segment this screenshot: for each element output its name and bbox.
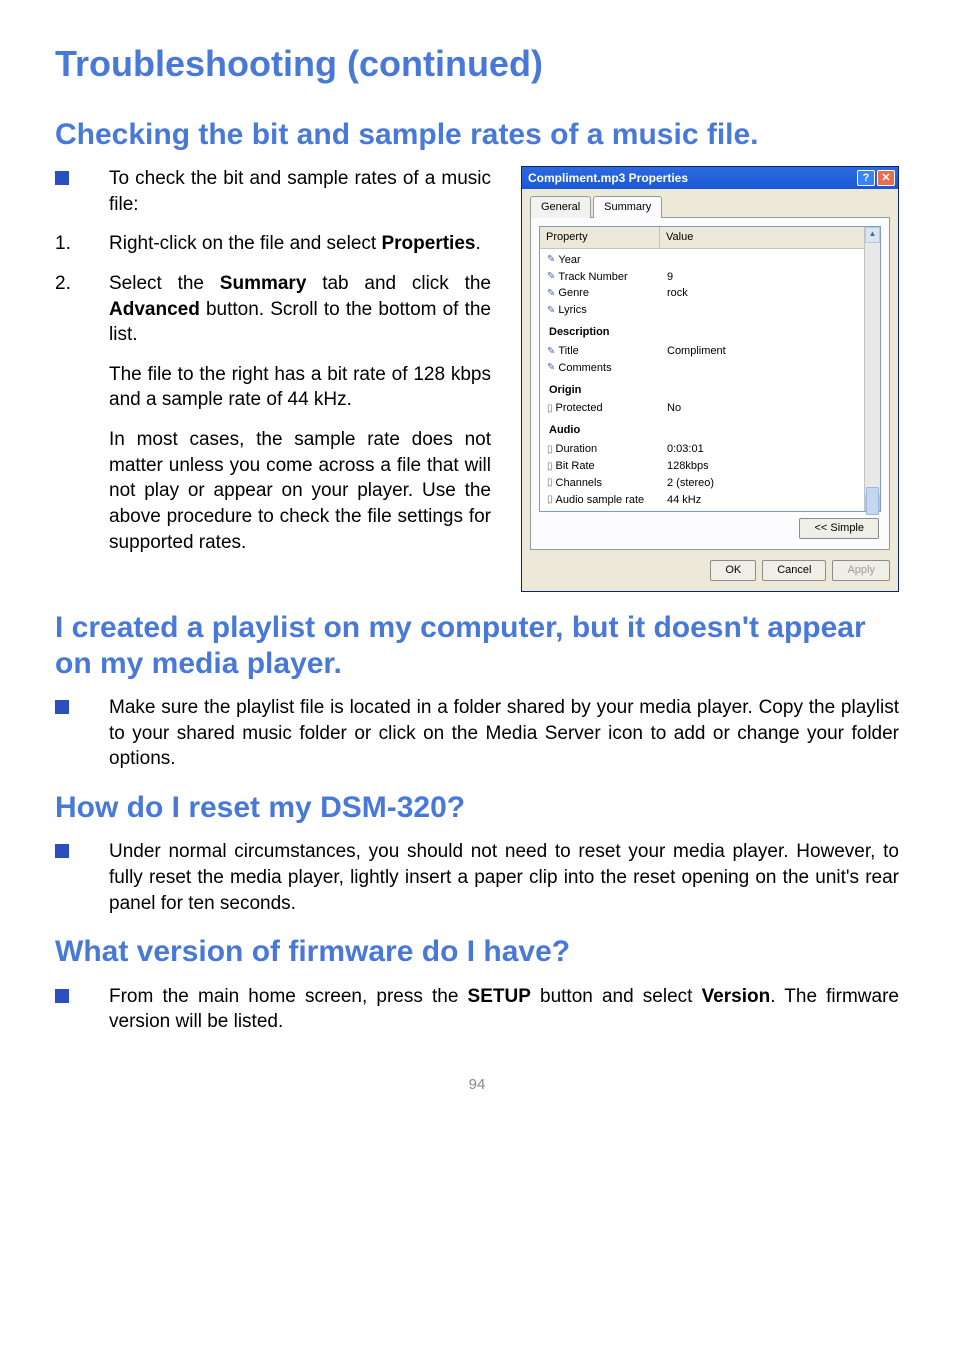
prop-label: Bit Rate [556, 459, 595, 474]
step1-text: Right-click on the file and select Prope… [109, 231, 491, 257]
col-header-value: Value [660, 227, 880, 248]
prop-value: No [663, 401, 862, 416]
edit-icon: ✎ [547, 253, 555, 267]
document-icon: ▯ [547, 402, 553, 416]
edit-icon: ✎ [547, 345, 555, 359]
text: Right-click on the file and select [109, 233, 381, 254]
prop-value: 2 (stereo) [663, 476, 862, 491]
section-heading-playlist: I created a playlist on my computer, but… [55, 610, 899, 681]
prop-value: 0:03:01 [663, 442, 862, 457]
edit-icon: ✎ [547, 270, 555, 284]
bullet-icon [55, 171, 69, 185]
text: . [475, 233, 480, 254]
text: button and select [531, 986, 702, 1007]
bold-text: Summary [220, 273, 307, 294]
edit-icon: ✎ [547, 361, 555, 375]
table-row[interactable]: ▯Protected No [543, 400, 862, 417]
section3-body: Under normal circumstances, you should n… [109, 839, 899, 916]
cancel-button[interactable]: Cancel [762, 560, 826, 581]
document-icon: ▯ [547, 443, 553, 457]
bold-text: SETUP [468, 986, 531, 1007]
intro-text: To check the bit and sample rates of a m… [109, 166, 491, 217]
group-origin: Origin [543, 377, 862, 401]
properties-dialog: Compliment.mp3 Properties ? ✕ General Su… [521, 166, 899, 592]
scroll-thumb[interactable] [866, 487, 879, 515]
scrollbar[interactable]: ▲ ▼ [864, 227, 880, 512]
page-title: Troubleshooting (continued) [55, 40, 899, 89]
col-header-property: Property [540, 227, 660, 248]
prop-label: Audio sample rate [556, 493, 645, 508]
step2-text: Select the Summary tab and click the Adv… [109, 271, 491, 348]
section-heading-reset: How do I reset my DSM-320? [55, 790, 899, 825]
document-icon: ▯ [547, 493, 553, 507]
paragraph: In most cases, the sample rate does not … [109, 427, 491, 555]
bullet-icon [55, 989, 69, 1003]
prop-value: rock [663, 286, 862, 301]
table-row[interactable]: ▯Bit Rate 128kbps [543, 458, 862, 475]
edit-icon: ✎ [547, 304, 555, 318]
page-number: 94 [55, 1075, 899, 1095]
bold-text: Properties [381, 233, 475, 254]
prop-value: 44 kHz [663, 493, 862, 508]
table-row[interactable]: ✎Genre rock [543, 285, 862, 302]
table-row[interactable]: ▯Channels 2 (stereo) [543, 475, 862, 492]
table-row[interactable]: ✎Track Number 9 [543, 269, 862, 286]
document-icon: ▯ [547, 460, 553, 474]
prop-label: Protected [556, 401, 603, 416]
prop-label: Comments [558, 361, 611, 376]
scroll-up-icon[interactable]: ▲ [865, 227, 880, 243]
dialog-titlebar[interactable]: Compliment.mp3 Properties ? ✕ [522, 167, 898, 189]
section-heading-firmware: What version of firmware do I have? [55, 934, 899, 969]
paragraph: The file to the right has a bit rate of … [109, 362, 491, 413]
table-row[interactable]: ▯Duration 0:03:01 [543, 441, 862, 458]
tab-general[interactable]: General [530, 196, 591, 218]
help-button[interactable]: ? [857, 170, 875, 186]
text: tab and click the [306, 273, 491, 294]
section2-body: Make sure the playlist file is located i… [109, 695, 899, 772]
prop-label: Year [558, 253, 580, 268]
prop-label: Lyrics [558, 303, 586, 318]
dialog-title: Compliment.mp3 Properties [528, 170, 688, 186]
close-button[interactable]: ✕ [877, 170, 895, 186]
bullet-icon [55, 844, 69, 858]
prop-value: Compliment [663, 344, 862, 359]
table-row[interactable]: ✎Lyrics [543, 302, 862, 319]
section4-body: From the main home screen, press the SET… [109, 984, 899, 1035]
ok-button[interactable]: OK [710, 560, 756, 581]
bold-text: Advanced [109, 299, 200, 320]
bullet-icon [55, 700, 69, 714]
group-audio: Audio [543, 417, 862, 441]
table-row[interactable]: ✎Year [543, 252, 862, 269]
table-row[interactable]: ✎Comments [543, 360, 862, 377]
table-row[interactable]: ✎Title Compliment [543, 343, 862, 360]
step-number: 1. [55, 231, 109, 257]
prop-label: Channels [556, 476, 602, 491]
edit-icon: ✎ [547, 287, 555, 301]
prop-label: Track Number [558, 270, 627, 285]
bold-text: Version [702, 986, 771, 1007]
prop-value: 128kbps [663, 459, 862, 474]
group-description: Description [543, 319, 862, 343]
document-icon: ▯ [547, 476, 553, 490]
simple-button[interactable]: << Simple [799, 518, 879, 539]
prop-label: Title [558, 344, 578, 359]
left-column: To check the bit and sample rates of a m… [55, 166, 491, 555]
step-number: 2. [55, 271, 109, 348]
prop-label: Genre [558, 286, 589, 301]
table-row[interactable]: ▯Audio sample rate 44 kHz [543, 492, 862, 509]
prop-value: 9 [663, 270, 862, 285]
text: Select the [109, 273, 220, 294]
prop-label: Duration [556, 442, 598, 457]
text: From the main home screen, press the [109, 986, 468, 1007]
tab-summary[interactable]: Summary [593, 196, 662, 218]
apply-button[interactable]: Apply [832, 560, 890, 581]
section-heading-check-rates: Checking the bit and sample rates of a m… [55, 117, 899, 152]
property-list[interactable]: Property Value ✎Year ✎Track Number 9 [539, 226, 881, 513]
